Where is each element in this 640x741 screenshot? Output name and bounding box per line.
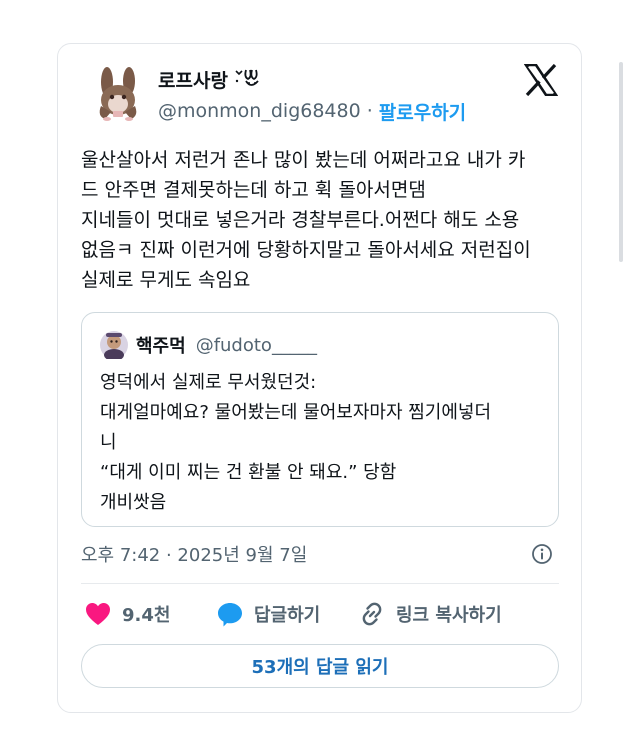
heart-icon [86,603,110,625]
author-handle[interactable]: @monmon_dig68480 [158,100,361,122]
quoted-text-line: “대게 이미 찌는 건 환불 안 돼요.” 당함 [100,462,397,483]
like-count: 9.4천 [122,605,171,626]
author-name-row: 로프사랑 [158,66,262,92]
info-icon[interactable] [531,543,553,565]
reply-label: 답글하기 [254,605,321,626]
quoted-tweet-text: 영덕에서 실제로 무서웠던것: 대게얼마예요? 물어봤는데 물어보자마자 찜기에… [100,368,550,518]
quoted-text-line: 니 [100,432,117,453]
quoted-author-avatar [100,331,128,359]
author-avatar[interactable] [91,66,147,122]
divider [81,583,559,584]
like-button[interactable]: 9.4천 [84,599,170,629]
scrollbar[interactable] [619,62,623,262]
link-icon [362,602,382,626]
tweet-text-line: 없음ㅋ 진짜 이런거에 당황하지말고 돌아서세요 저런집이 [81,239,531,261]
quoted-author-name: 핵주먹 [136,336,186,357]
follow-button[interactable]: 팔로우하기 [379,98,466,125]
copy-link-label: 링크 복사하기 [396,605,502,626]
quoted-text-line: 대게얼마예요? 물어봤는데 물어보자마자 찜기에넣더 [100,402,492,423]
tweet-text-line: 실제로 무게도 속임요 [81,269,251,291]
page: 로프사랑 @monmon_dig68480 · 팔로우하기 울산살아서 저런거 … [0,0,640,741]
tweet-text: 울산살아서 저런거 존나 많이 봤는데 어쩌라고요 내가 카 드 안주면 결제못… [81,145,561,295]
tweet-text-line: 울산살아서 저런거 존나 많이 봤는데 어쩌라고요 내가 카 [81,149,526,171]
quoted-text-line: 영덕에서 실제로 무서웠던것: [100,372,317,393]
tweet-timestamp[interactable]: 오후 7:42 · 2025년 9월 7일 [81,540,307,568]
quoted-author-row: 핵주먹 @fudoto_____ [136,331,317,359]
author-handle-row: @monmon_dig68480 · 팔로우하기 [158,98,466,124]
author-display-name[interactable]: 로프사랑 [158,66,228,93]
read-replies-button[interactable]: 53개의 답글 읽기 [81,644,559,688]
speech-bubble-icon [218,603,242,627]
quoted-text-line: 개비쌋음 [100,492,167,513]
copy-link-button[interactable]: 링크 복사하기 [358,599,502,629]
bunny-emoji-icon [235,69,259,86]
tweet-text-line: 지네들이 멋대로 넣은거라 경찰부른다.어쩐다 해도 소용 [81,209,520,231]
x-logo-icon[interactable] [524,64,558,96]
quoted-author-handle: @fudoto_____ [195,334,317,356]
tweet-text-line: 드 안주면 결제못하는데 하고 휙 돌아서면댐 [81,179,426,201]
quoted-tweet[interactable]: 핵주먹 @fudoto_____ 영덕에서 실제로 무서웠던것: 대게얼마예요?… [81,312,559,527]
reply-button[interactable]: 답글하기 [216,599,320,629]
separator-dot: · [366,100,373,122]
